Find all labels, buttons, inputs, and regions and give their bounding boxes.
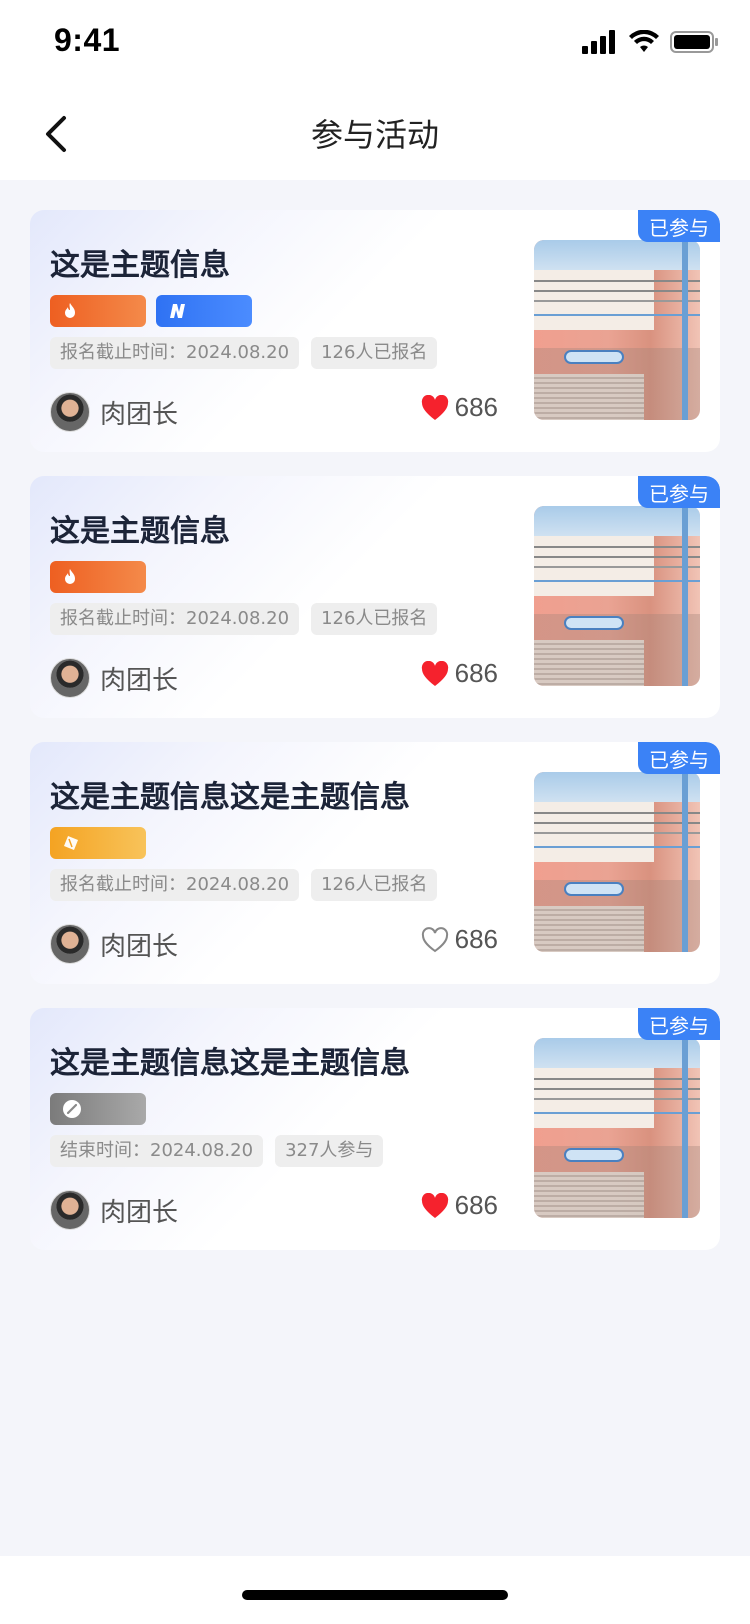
tag-row [50, 295, 252, 327]
like-button[interactable]: 686 [421, 1190, 498, 1221]
author[interactable]: 肉团长 [50, 1190, 178, 1230]
avatar [50, 1190, 90, 1230]
activity-card[interactable]: 这是主题信息这是主题信息 报名截止时间：2024.08.20 126人已报名 肉… [30, 742, 720, 984]
cellular-signal-icon [582, 30, 615, 54]
activity-card[interactable]: 这是主题信息 报名截止时间：2024.08.20 126人已报名 肉团长 686… [30, 476, 720, 718]
page-title: 参与活动 [310, 116, 439, 154]
heart-filled-icon [421, 1192, 448, 1218]
signup-count-chip: 126人已报名 [311, 337, 438, 369]
author-name: 肉团长 [100, 665, 179, 696]
author[interactable]: 肉团长 [50, 924, 178, 964]
author-name: 肉团长 [100, 1197, 179, 1228]
activity-card[interactable]: 这是主题信息这是主题信息 结束时间：2024.08.20 327人参与 肉团长 … [30, 1008, 720, 1250]
like-count: 686 [454, 924, 498, 954]
joined-badge: 已参与 [638, 1008, 720, 1040]
avatar [50, 658, 90, 698]
meta-row: 报名截止时间：2024.08.20 126人已报名 [50, 603, 438, 635]
like-count: 686 [454, 658, 498, 688]
author-name: 肉团长 [100, 399, 179, 430]
joined-badge: 已参与 [638, 210, 720, 242]
wifi-icon [629, 30, 659, 52]
new-tag [156, 295, 252, 327]
ticket-icon [64, 836, 78, 850]
author[interactable]: 肉团长 [50, 658, 178, 698]
meta-row: 报名截止时间：2024.08.20 126人已报名 [50, 337, 438, 369]
joined-badge: 已参与 [638, 742, 720, 774]
activity-thumbnail[interactable] [534, 772, 700, 952]
activity-thumbnail[interactable] [534, 240, 700, 420]
battery-icon [670, 31, 718, 53]
deadline-chip: 报名截止时间：2024.08.20 [50, 869, 300, 901]
hot-tag [50, 295, 146, 327]
like-button[interactable]: 686 [421, 924, 498, 955]
status-bar: 9:41 [0, 0, 750, 88]
deadline-chip: 报名截止时间：2024.08.20 [50, 337, 300, 369]
joined-badge: 已参与 [638, 476, 720, 508]
ended-icon [63, 1100, 81, 1118]
participant-count-chip: 327人参与 [275, 1135, 384, 1167]
activity-thumbnail[interactable] [534, 506, 700, 686]
hot-tag [50, 561, 146, 593]
activity-title: 这是主题信息 [50, 248, 230, 283]
meta-row: 报名截止时间：2024.08.20 126人已报名 [50, 869, 438, 901]
meta-row: 结束时间：2024.08.20 327人参与 [50, 1135, 384, 1167]
activity-title: 这是主题信息这是主题信息 [50, 780, 410, 815]
activity-title: 这是主题信息 [50, 514, 230, 549]
activity-card[interactable]: 这是主题信息 报名截止时间：2024.08.20 126人已报名 肉团长 686… [30, 210, 720, 452]
signup-count-chip: 126人已报名 [311, 603, 438, 635]
avatar [50, 924, 90, 964]
like-count: 686 [454, 1190, 498, 1220]
home-indicator[interactable] [242, 1590, 508, 1600]
status-icons [582, 30, 720, 54]
avatar [50, 392, 90, 432]
author-name: 肉团长 [100, 931, 179, 962]
heart-outline-icon [421, 926, 448, 952]
new-n-icon [170, 304, 185, 318]
tag-row [50, 1093, 146, 1125]
ended-tag [50, 1093, 146, 1125]
nav-bar: 参与活动 [0, 88, 750, 180]
deadline-chip: 报名截止时间：2024.08.20 [50, 603, 300, 635]
tag-row [50, 827, 146, 859]
like-count: 686 [454, 392, 498, 422]
heart-filled-icon [421, 660, 448, 686]
tag-row [50, 561, 146, 593]
flame-icon [65, 303, 75, 318]
sale-tag [50, 827, 146, 859]
activity-thumbnail[interactable] [534, 1038, 700, 1218]
signup-count-chip: 126人已报名 [311, 869, 438, 901]
activity-title: 这是主题信息这是主题信息 [50, 1046, 410, 1081]
heart-filled-icon [421, 394, 448, 420]
end-time-chip: 结束时间：2024.08.20 [50, 1135, 264, 1167]
status-time: 9:41 [54, 22, 121, 58]
activity-list: 这是主题信息 报名截止时间：2024.08.20 126人已报名 肉团长 686… [30, 210, 720, 1274]
flame-icon [65, 569, 75, 584]
like-button[interactable]: 686 [421, 658, 498, 689]
home-bar-area [0, 1556, 750, 1624]
author[interactable]: 肉团长 [50, 392, 178, 432]
like-button[interactable]: 686 [421, 392, 498, 423]
